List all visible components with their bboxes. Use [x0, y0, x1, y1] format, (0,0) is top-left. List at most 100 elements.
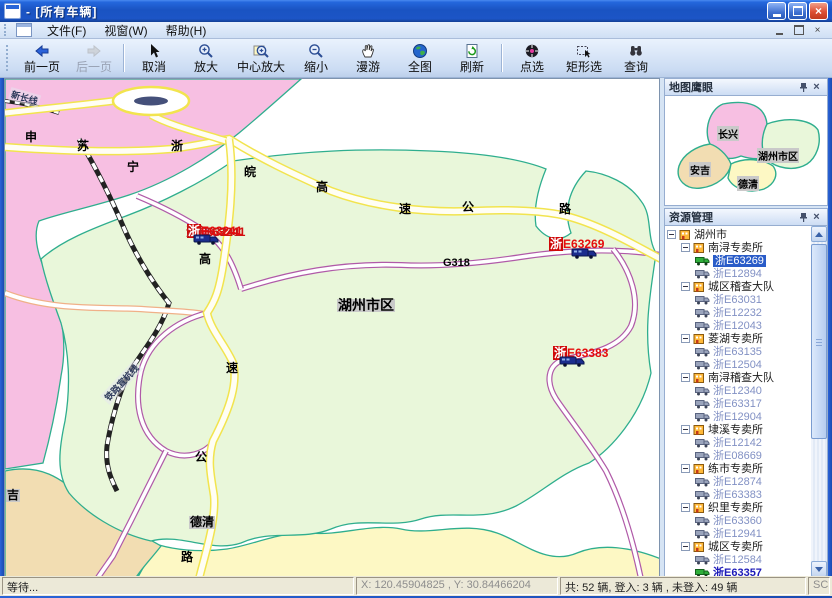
- toolbar-button-缩小[interactable]: 缩小: [290, 39, 342, 77]
- tree-vehicle-浙E12874[interactable]: 浙E12874: [665, 475, 811, 488]
- truck-offline-icon: [695, 412, 710, 422]
- mdi-close-button[interactable]: ×: [811, 24, 824, 36]
- tree-group-南浔专卖所[interactable]: 南浔专卖所: [665, 241, 811, 254]
- tree-vehicle-浙E12340[interactable]: 浙E12340: [665, 384, 811, 397]
- toolbar-button-label: 取消: [142, 60, 166, 74]
- tree-item-label: 浙E63383: [713, 489, 762, 501]
- truck-icon[interactable]: [571, 248, 597, 262]
- tree-vehicle-浙E63383[interactable]: 浙E63383: [665, 488, 811, 501]
- tree-group-埭溪专卖所[interactable]: 埭溪专卖所: [665, 423, 811, 436]
- tree-vehicle-浙E08669[interactable]: 浙E08669: [665, 449, 811, 462]
- tree-item-label: 浙E63357: [713, 567, 762, 577]
- toolbar-button-放大[interactable]: 放大: [180, 39, 232, 77]
- toolbar-button-前一页[interactable]: 前一页: [16, 39, 68, 77]
- collapse-icon[interactable]: [681, 425, 690, 434]
- menu-item-2[interactable]: 帮助(H): [157, 21, 216, 40]
- tree-vehicle-浙E63135[interactable]: 浙E63135: [665, 345, 811, 358]
- map-canvas[interactable]: 申苏浙宁皖高速公路高速公路G318湖州市区德清吉铁路宣杭线新长线浙E63241浙…: [4, 78, 660, 578]
- tree-item-label: 南浔专卖所: [708, 242, 763, 254]
- tree-item-label: 浙E12874: [713, 476, 762, 488]
- toolbar-button-label: 前一页: [24, 60, 60, 74]
- mdi-child-icon[interactable]: [16, 23, 32, 37]
- minimize-button[interactable]: [767, 2, 786, 20]
- tree-group-菱湖专卖所[interactable]: 菱湖专卖所: [665, 332, 811, 345]
- collapse-icon[interactable]: [681, 282, 690, 291]
- tree-group-湖州市[interactable]: 湖州市: [665, 228, 811, 241]
- tree-vehicle-浙E12941[interactable]: 浙E12941: [665, 527, 811, 540]
- tree-item-label: 浙E63031: [713, 294, 762, 306]
- toolbar-button-全图[interactable]: 全图: [394, 39, 446, 77]
- tree-vehicle-浙E12894[interactable]: 浙E12894: [665, 267, 811, 280]
- collapse-icon[interactable]: [681, 243, 690, 252]
- close-button[interactable]: ×: [809, 2, 828, 20]
- collapse-icon[interactable]: [681, 464, 690, 473]
- tree-vehicle-浙E63357[interactable]: 浙E63357: [665, 566, 811, 576]
- tree-scrollbar[interactable]: [811, 226, 827, 577]
- tree-item-label: 浙E12043: [713, 320, 762, 332]
- zoom-out-icon: [308, 43, 324, 60]
- scroll-down-icon[interactable]: [811, 561, 827, 577]
- truck-icon[interactable]: [559, 356, 585, 370]
- status-scroll-lock: SCRL: [808, 577, 830, 595]
- menu-item-0[interactable]: 文件(F): [38, 21, 95, 40]
- tree-group-城区稽查大队[interactable]: 城区稽查大队: [665, 280, 811, 293]
- tree-vehicle-浙E12904[interactable]: 浙E12904: [665, 410, 811, 423]
- truck-offline-icon: [695, 269, 710, 279]
- tree-vehicle-浙E12232[interactable]: 浙E12232: [665, 306, 811, 319]
- organization-icon: [679, 229, 691, 241]
- collapse-icon[interactable]: [681, 334, 690, 343]
- tree-vehicle-浙E63269[interactable]: 浙E63269: [665, 254, 811, 267]
- mdi-restore-button[interactable]: [792, 24, 805, 36]
- collapse-icon[interactable]: [681, 503, 690, 512]
- collapse-icon[interactable]: [681, 542, 690, 551]
- toolbar-button-取消[interactable]: 取消: [128, 39, 180, 77]
- road-label: 路: [559, 203, 571, 216]
- toolbar-button-查询[interactable]: 查询: [610, 39, 662, 77]
- scroll-up-icon[interactable]: [811, 226, 827, 242]
- tree-item-label: 浙E12941: [713, 528, 762, 540]
- collapse-icon[interactable]: [681, 373, 690, 382]
- tree-vehicle-浙E63360[interactable]: 浙E63360: [665, 514, 811, 527]
- tree-group-织里专卖所[interactable]: 织里专卖所: [665, 501, 811, 514]
- close-panel-icon[interactable]: ×: [810, 81, 823, 93]
- collapse-icon[interactable]: [667, 230, 676, 239]
- point-select-icon: [524, 43, 540, 60]
- tree-item-label: 菱湖专卖所: [708, 333, 763, 345]
- menu-grip[interactable]: [4, 24, 10, 35]
- toolbar-grip[interactable]: [6, 45, 12, 72]
- toolbar-button-矩形选[interactable]: 矩形选: [558, 39, 610, 77]
- tree-vehicle-浙E12584[interactable]: 浙E12584: [665, 553, 811, 566]
- tree-vehicle-浙E63031[interactable]: 浙E63031: [665, 293, 811, 306]
- tree-group-南浔稽查大队[interactable]: 南浔稽查大队: [665, 371, 811, 384]
- mdi-minimize-button[interactable]: [773, 24, 786, 36]
- status-coordinates: X: 120.45904825 , Y: 30.84466204: [356, 577, 558, 595]
- overview-panel: 地图鹰眼 × 长兴湖州市区安吉德清: [664, 78, 828, 208]
- tree-item-label: 浙E12340: [713, 385, 762, 397]
- tree-vehicle-浙E12504[interactable]: 浙E12504: [665, 358, 811, 371]
- tree-vehicle-浙E12142[interactable]: 浙E12142: [665, 436, 811, 449]
- truck-offline-icon: [695, 347, 710, 357]
- tree-vehicle-浙E63317[interactable]: 浙E63317: [665, 397, 811, 410]
- toolbar-button-漫游[interactable]: 漫游: [342, 39, 394, 77]
- tree-group-练市专卖所[interactable]: 练市专卖所: [665, 462, 811, 475]
- tree-vehicle-浙E12043[interactable]: 浙E12043: [665, 319, 811, 332]
- overview-map[interactable]: 长兴湖州市区安吉德清: [664, 96, 828, 206]
- toolbar-button-点选[interactable]: 点选: [506, 39, 558, 77]
- toolbar-button-刷新[interactable]: 刷新: [446, 39, 498, 77]
- tree-item-label: 湖州市: [694, 229, 727, 241]
- pin-icon[interactable]: [797, 82, 810, 93]
- tree-group-城区专卖所[interactable]: 城区专卖所: [665, 540, 811, 553]
- resource-panel-title: 资源管理: [669, 209, 797, 225]
- truck-offline-icon: [695, 360, 710, 370]
- scrollbar-thumb[interactable]: [811, 244, 827, 439]
- truck-icon[interactable]: [193, 234, 219, 248]
- restore-button[interactable]: [788, 2, 807, 20]
- overview-panel-header: 地图鹰眼 ×: [664, 78, 828, 96]
- binoculars-icon: [628, 43, 644, 60]
- tree-item-label: 浙E63360: [713, 515, 762, 527]
- status-vehicle-counts: 共: 52 辆, 登入: 3 辆 , 未登入: 49 辆: [560, 577, 806, 595]
- close-panel-icon[interactable]: ×: [810, 211, 823, 223]
- toolbar-button-中心放大[interactable]: 中心放大: [232, 39, 290, 77]
- pin-icon[interactable]: [797, 212, 810, 223]
- menu-item-1[interactable]: 视窗(W): [95, 21, 156, 40]
